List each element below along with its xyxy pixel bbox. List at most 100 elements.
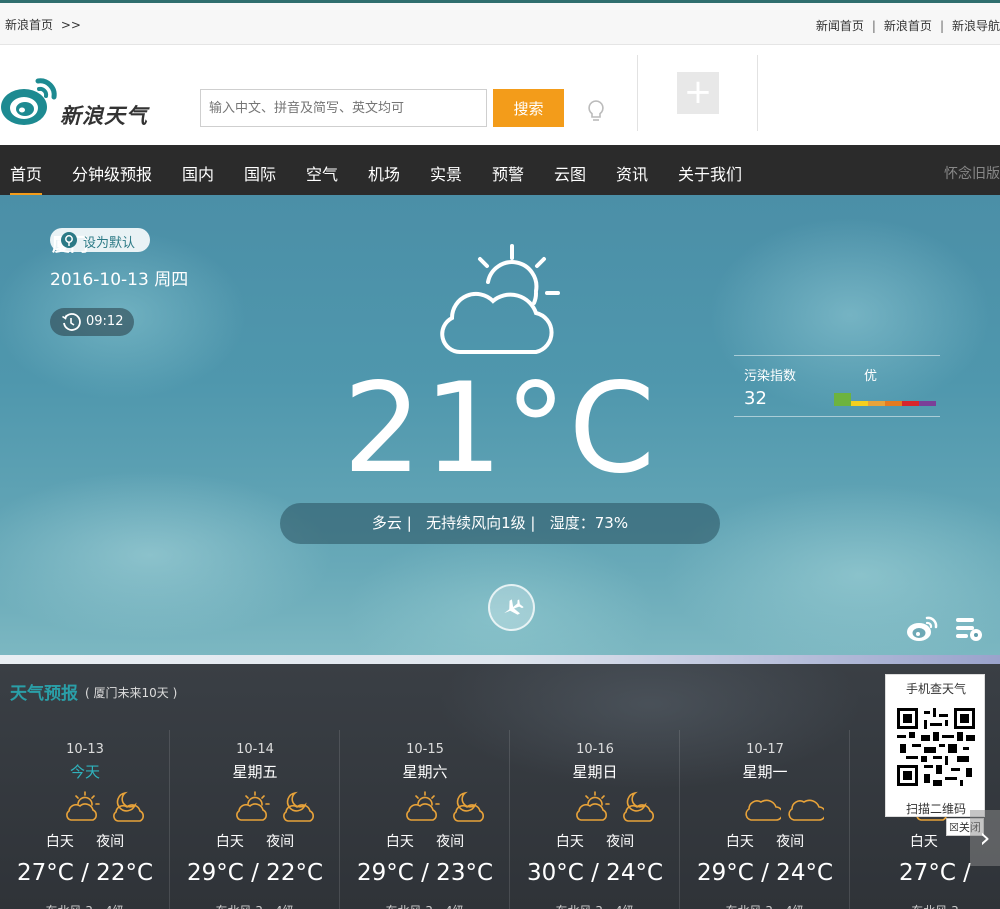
nav-cloud-map[interactable]: 云图 xyxy=(554,161,586,185)
current-date: 2016-10-13 周四 xyxy=(50,270,189,290)
forecast-day[interactable]: 10-15 星期六白天 夜间 29°C / 23°C 东北风 3～4级 xyxy=(340,730,510,909)
main-nav: 首页 分钟级预报 国内 国际 空气 机场 实景 预警 云图 资讯 关于我们 怀念… xyxy=(0,145,1000,196)
forecast-day[interactable]: 10-13 今天白天 夜间 27°C / 22°C 东北风 3～4级 xyxy=(0,730,170,909)
night-label: 夜间 xyxy=(606,834,635,850)
topbar-home: 新浪首页 >> xyxy=(5,16,81,33)
nav-news[interactable]: 资讯 xyxy=(616,161,648,185)
day-night-labels: 白天 夜间 xyxy=(510,831,680,851)
news-home-link[interactable]: 新闻首页 xyxy=(816,19,864,33)
divider xyxy=(757,55,758,131)
update-time: 09:12 xyxy=(50,308,134,336)
partly-cloudy-moon-icon xyxy=(283,791,314,822)
nav-home[interactable]: 首页 xyxy=(10,161,43,196)
forecast-weekday: 星期一 xyxy=(742,763,788,781)
forecast-icons xyxy=(340,790,510,824)
lightbulb-icon[interactable] xyxy=(586,99,606,123)
forecast-section: 天气预报 ( 厦门未来10天 ) 10-13 今天 白天 夜间 27°C / 22°C… xyxy=(0,664,1000,909)
partly-cloudy-sun-icon xyxy=(236,791,270,821)
day-label: 白天 xyxy=(45,834,74,850)
add-city-button[interactable]: + xyxy=(677,72,719,114)
night-label: 夜间 xyxy=(436,834,465,850)
separator: | xyxy=(871,19,876,33)
forecast-temperature: 30°C / 24°C xyxy=(526,860,664,886)
list-settings-icon[interactable] xyxy=(955,616,983,642)
forecast-icons xyxy=(170,790,340,824)
day-label: 白天 xyxy=(555,834,584,850)
location-pin-icon xyxy=(61,232,77,248)
sina-nav-link[interactable]: 新浪导航 xyxy=(952,19,1000,33)
forecast-temperature: 29°C / 22°C xyxy=(186,860,324,886)
sina-weather-logo-icon[interactable] xyxy=(0,77,58,129)
set-default-button[interactable]: 设为默认 xyxy=(50,228,150,252)
nav-airport[interactable]: 机场 xyxy=(368,161,400,185)
aqi-scale xyxy=(834,393,936,406)
forecast-day[interactable]: 10-14 星期五白天 夜间 29°C / 22°C 东北风 3～4级 xyxy=(170,730,340,909)
logo-text[interactable]: 新浪天气 xyxy=(60,100,148,130)
nav-air[interactable]: 空气 xyxy=(306,161,338,185)
search-input[interactable] xyxy=(200,89,487,127)
clock-refresh-icon xyxy=(62,313,81,331)
divider xyxy=(637,55,638,131)
update-time-value: 09:12 xyxy=(86,314,124,329)
night-label: 夜间 xyxy=(96,834,125,850)
forecast-wind: 东北风 3～4级 xyxy=(170,902,340,909)
forecast-day[interactable]: 10-16 星期日白天 夜间 30°C / 24°C 东北风 3～4级 xyxy=(510,730,680,909)
night-label: 夜间 xyxy=(776,834,805,850)
aqi-label: 污染指数 xyxy=(744,369,797,384)
day-label: 白天 xyxy=(725,834,754,850)
partly-cloudy-moon-icon xyxy=(453,791,484,822)
airport-weather-button[interactable] xyxy=(488,584,535,631)
humidity-info: 湿度：73% xyxy=(549,514,629,532)
sina-home-link[interactable]: 新浪首页 xyxy=(5,18,53,32)
qr-title: 手机查天气 xyxy=(905,682,966,696)
aqi-scale-heavy xyxy=(902,401,919,406)
close-icon: ☒ xyxy=(949,821,959,834)
aqi-scale-light xyxy=(868,401,885,406)
current-temperature: 21°C xyxy=(342,357,658,501)
topbar-links: 新闻首页 | 新浪首页 | 新浪导航 xyxy=(816,17,1000,34)
search-button[interactable]: 搜索 xyxy=(493,89,564,127)
day-label: 白天 xyxy=(385,834,414,850)
day-night-labels: 白天 夜间 xyxy=(340,831,510,851)
forecast-day[interactable]: 10-17 星期一白天 夜间 29°C / 24°C 东北风 3～4级 xyxy=(680,730,850,909)
cloudy-icon xyxy=(745,799,781,821)
forecast-date: 10-16 xyxy=(576,742,614,757)
qr-code-panel: 手机查天气 扫描二维码 xyxy=(885,674,985,817)
chevron-right-icon[interactable]: › xyxy=(970,810,1000,866)
forecast-wind: 东北风 3～4级 xyxy=(0,902,170,909)
forecast-date: 10-13 xyxy=(66,742,104,757)
forecast-temperature: 29°C / 23°C xyxy=(356,860,494,886)
forecast-wind: 东北风 3～4级 xyxy=(340,902,510,909)
nav-minute-forecast[interactable]: 分钟级预报 xyxy=(72,161,152,185)
nav-about[interactable]: 关于我们 xyxy=(678,161,742,185)
forecast-icons xyxy=(0,790,170,824)
partly-cloudy-sun-icon xyxy=(406,791,440,821)
forecast-wind: 东北风 3 xyxy=(850,902,1000,909)
day-label: 白天 xyxy=(215,834,244,850)
weather-condition: 多云 xyxy=(371,514,402,532)
forecast-wind: 东北风 3～4级 xyxy=(510,902,680,909)
day-night-labels: 白天 夜间 xyxy=(170,831,340,851)
old-version-link[interactable]: 怀念旧版 xyxy=(944,163,1000,183)
sina-home-link-2[interactable]: 新浪首页 xyxy=(884,19,932,33)
forecast-date: 10-15 xyxy=(406,742,444,757)
nav-warning[interactable]: 预警 xyxy=(492,161,524,185)
forecast-weekday: 星期六 xyxy=(402,763,448,781)
nav-domestic[interactable]: 国内 xyxy=(182,161,214,185)
partly-cloudy-sun-icon xyxy=(66,791,100,821)
nav-live-view[interactable]: 实景 xyxy=(430,161,462,185)
airplane-icon xyxy=(504,599,524,615)
cloudy-icon xyxy=(788,799,824,821)
weibo-share-icon[interactable] xyxy=(906,615,938,643)
aqi-scale-good xyxy=(834,393,851,406)
partly-cloudy-moon-icon xyxy=(113,791,144,822)
separator: | xyxy=(939,19,944,33)
conditions-bar: 多云 | 无持续风向1级 | 湿度：73% xyxy=(280,503,720,544)
current-weather-panel: 厦门 设为默认 2016-10-13 周四 09:12 21°C 多云 | xyxy=(0,195,1000,660)
forecast-temperature: 29°C / 24°C xyxy=(696,860,834,886)
set-default-label: 设为默认 xyxy=(83,236,136,251)
forecast-date: 10-17 xyxy=(746,742,784,757)
air-quality-panel[interactable]: 污染指数 优 32 xyxy=(734,355,940,417)
aqi-value: 32 xyxy=(744,388,767,409)
nav-international[interactable]: 国际 xyxy=(244,161,276,185)
